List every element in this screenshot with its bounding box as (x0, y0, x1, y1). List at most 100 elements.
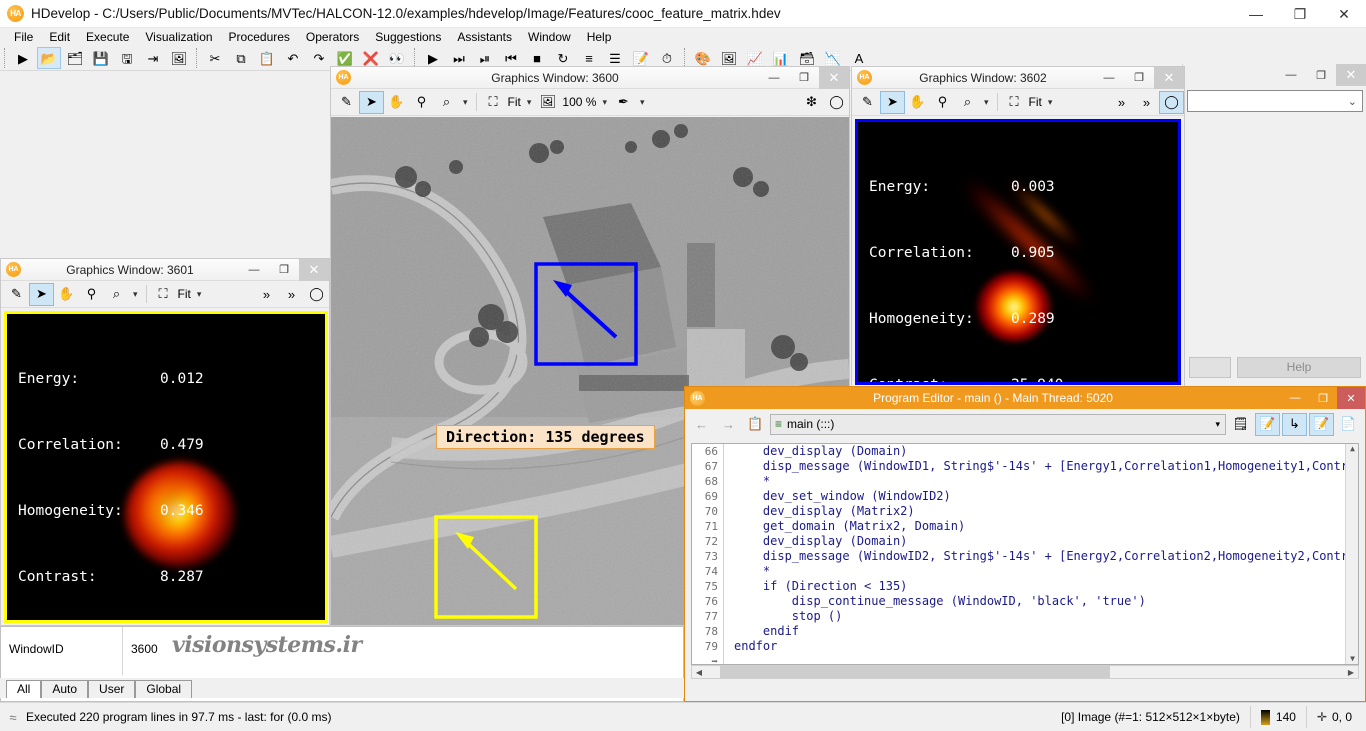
draw-icon[interactable]: ✎ (334, 91, 359, 114)
draw-icon[interactable]: ✎ (4, 283, 29, 306)
scroll-down-arrow-icon[interactable]: ▼ (1346, 654, 1358, 664)
pan-hand-icon[interactable]: ✋ (905, 91, 930, 114)
scroll-right-arrow-icon[interactable]: ▶ (1344, 668, 1358, 677)
program-editor-maximize-button[interactable]: ❐ (1309, 387, 1337, 409)
right-panel-close-button[interactable]: ✕ (1336, 64, 1366, 86)
lightbulb-icon[interactable]: ◯ (824, 91, 849, 114)
menu-item-help[interactable]: Help (579, 29, 620, 45)
export-icon[interactable]: ⇥ (141, 47, 165, 69)
save-procedure-icon[interactable]: 📝 (1309, 412, 1334, 436)
menu-item-assistants[interactable]: Assistants (449, 29, 520, 45)
pan-hand-icon[interactable]: ✋ (384, 91, 409, 114)
gw3601-close-button[interactable]: ✕ (299, 258, 329, 281)
fit-icon[interactable]: ⛶ (151, 283, 176, 306)
axes-3d-icon[interactable]: ❇ (799, 91, 824, 114)
more-chevron-icon[interactable]: » (279, 283, 304, 306)
magnify-icon[interactable]: ⌕ (104, 283, 129, 306)
help-button[interactable]: Help (1237, 356, 1361, 378)
gw3600-close-button[interactable]: ✕ (819, 66, 849, 89)
close-button[interactable]: ✕ (1322, 0, 1366, 28)
new-program-icon[interactable]: ▶ (11, 47, 35, 69)
open-recent-icon[interactable]: 🗂 (63, 47, 87, 69)
forward-arrow-icon[interactable]: → (716, 413, 741, 436)
gw3601-minimize-button[interactable]: — (239, 259, 269, 281)
lightbulb-icon[interactable]: ◯ (1159, 90, 1184, 114)
gw3600-maximize-button[interactable]: ❐ (789, 67, 819, 89)
magnify-icon[interactable]: ⌕ (434, 91, 459, 114)
tab-user[interactable]: User (88, 680, 136, 698)
program-editor-minimize-button[interactable]: — (1281, 387, 1309, 409)
open-program-icon[interactable]: 📂 (37, 47, 61, 69)
zoom-icon[interactable]: ⚲ (79, 283, 104, 306)
magnify-icon[interactable]: ⌕ (955, 91, 980, 114)
image-acquisition-icon[interactable]: 🖼 (167, 47, 191, 69)
pen-dropdown-caret[interactable]: ▾ (636, 97, 649, 108)
hscroll-thumb[interactable] (720, 666, 1110, 678)
minimize-button[interactable]: — (1234, 0, 1278, 28)
select-arrow-icon[interactable]: ➤ (880, 90, 905, 114)
fit-label[interactable]: Fit (176, 287, 193, 301)
zoom-icon[interactable]: ⚲ (409, 91, 434, 114)
right-panel-combo[interactable]: ⌄ (1187, 90, 1363, 112)
paste-icon[interactable]: 📋 (255, 47, 279, 69)
select-arrow-icon[interactable]: ➤ (29, 282, 54, 306)
maximize-button[interactable]: ❐ (1278, 0, 1322, 28)
right-panel-extra-button[interactable] (1189, 356, 1231, 378)
more-chevron-icon[interactable]: » (1134, 91, 1159, 114)
menu-item-visualization[interactable]: Visualization (137, 29, 220, 45)
zoom-icon[interactable]: ⚲ (930, 91, 955, 114)
fit-icon[interactable]: ⛶ (1002, 91, 1027, 114)
pen-color-icon[interactable]: ✒ (611, 91, 636, 114)
code-vertical-scrollbar[interactable]: ▲ ▼ (1345, 444, 1358, 664)
gw3600-minimize-button[interactable]: — (759, 67, 789, 89)
menu-item-edit[interactable]: Edit (41, 29, 78, 45)
chevron-down-icon[interactable]: ▾ (1215, 419, 1220, 430)
menu-item-file[interactable]: File (6, 29, 41, 45)
jump-procedure-icon[interactable]: ↳ (1282, 412, 1307, 436)
magnify-dropdown-caret[interactable]: ▾ (459, 97, 472, 108)
magnify-dropdown-caret[interactable]: ▾ (980, 97, 993, 108)
chevron-down-icon[interactable]: ⌄ (1348, 95, 1357, 108)
scroll-up-arrow-icon[interactable]: ▲ (1346, 444, 1358, 454)
menu-item-window[interactable]: Window (520, 29, 579, 45)
scroll-left-arrow-icon[interactable]: ◀ (692, 668, 706, 677)
gw3602-maximize-button[interactable]: ❐ (1124, 67, 1154, 89)
menu-item-suggestions[interactable]: Suggestions (367, 29, 449, 45)
fit-dropdown-caret[interactable]: ▾ (523, 97, 536, 108)
edit-procedure-icon[interactable]: 📝 (1255, 412, 1280, 436)
cut-icon[interactable]: ✂ (203, 47, 227, 69)
redo-icon[interactable]: ↷ (307, 47, 331, 69)
gw3602-close-button[interactable]: ✕ (1154, 66, 1184, 89)
overflow-chevron-icon[interactable]: » (254, 283, 279, 306)
tab-all[interactable]: All (6, 680, 42, 698)
copy-icon[interactable]: ⧉ (229, 47, 253, 69)
new-procedure-icon[interactable]: 🗒 (1228, 413, 1253, 436)
zoom-level-dropdown-caret[interactable]: ▾ (598, 97, 611, 108)
magnify-dropdown-caret[interactable]: ▾ (129, 289, 142, 300)
fit-dropdown-caret[interactable]: ▾ (1044, 97, 1057, 108)
procedure-combo[interactable]: ≡ main (:::) ▾ (770, 413, 1226, 435)
back-arrow-icon[interactable]: ← (689, 413, 714, 436)
lightbulb-icon[interactable]: ◯ (304, 283, 329, 306)
right-panel-minimize-button[interactable]: — (1276, 64, 1306, 86)
tab-global[interactable]: Global (135, 680, 193, 698)
program-editor-close-button[interactable]: ✕ (1337, 387, 1365, 409)
gw3602-canvas[interactable]: Energy: 0.003 Correlation: 0.905 Homogen… (855, 119, 1181, 385)
delete-procedure-icon[interactable]: 📄 (1336, 413, 1361, 436)
overflow-chevron-icon[interactable]: » (1109, 91, 1134, 114)
fit-label[interactable]: Fit (1027, 95, 1044, 109)
menu-item-operators[interactable]: Operators (298, 29, 367, 45)
gw3601-maximize-button[interactable]: ❐ (269, 259, 299, 281)
menu-item-execute[interactable]: Execute (78, 29, 137, 45)
fit-icon[interactable]: ⛶ (481, 91, 506, 114)
tab-auto[interactable]: Auto (41, 680, 89, 698)
draw-icon[interactable]: ✎ (855, 91, 880, 114)
save-program-icon[interactable]: 💾 (89, 47, 113, 69)
gw3601-canvas[interactable]: Energy: 0.012 Correlation: 0.479 Homogen… (4, 311, 328, 623)
fit-label[interactable]: Fit (506, 95, 523, 109)
select-arrow-icon[interactable]: ➤ (359, 90, 384, 114)
zoom-level-icon[interactable]: 🖼 (535, 91, 560, 114)
code-editor[interactable]: 66 dev_display (Domain) 67 disp_message … (691, 443, 1359, 665)
zoom-level-label[interactable]: 100 % (560, 95, 598, 109)
undo-icon[interactable]: ↶ (281, 47, 305, 69)
